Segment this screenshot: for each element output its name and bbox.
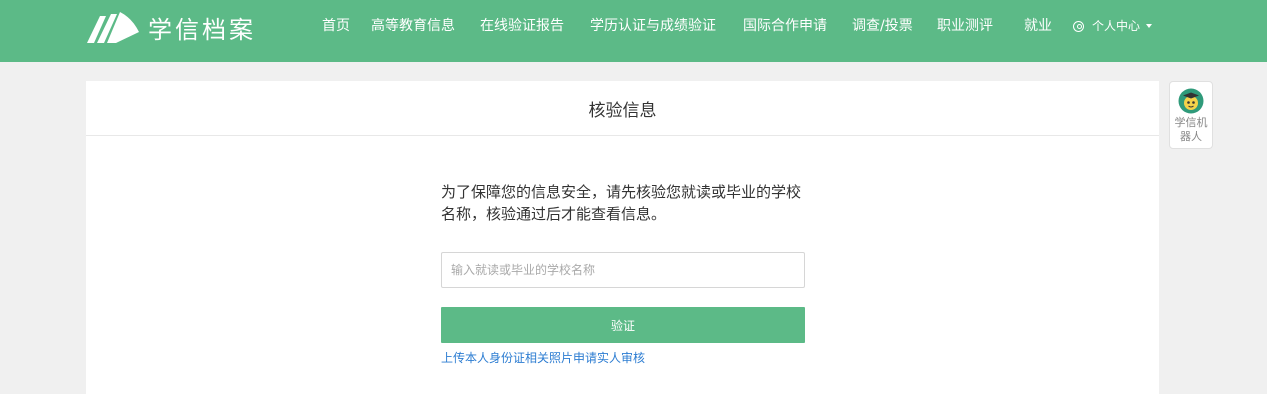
nav-item-degree-certification[interactable]: 学历认证与成绩验证 — [590, 17, 716, 35]
logo-icon — [87, 12, 139, 43]
nav-item-home[interactable]: 首页 — [322, 17, 350, 35]
nav-item-survey[interactable]: 调查/投票 — [852, 17, 913, 35]
top-navbar: 学信档案 首页 高等教育信息 在线验证报告 学历认证与成绩验证 国际合作申请 调… — [0, 0, 1267, 62]
robot-avatar-icon — [1178, 88, 1204, 114]
chevron-down-icon — [1146, 24, 1153, 28]
logo-text: 学信档案 — [148, 15, 256, 44]
nav-item-international[interactable]: 国际合作申请 — [743, 17, 827, 35]
logo[interactable]: 学信档案 — [86, 8, 256, 46]
intro-text: 为了保障您的信息安全，请先核验您就读或毕业的学校名称，核验通过后才能查看信息。 — [441, 183, 802, 223]
robot-label: 学信机器人 — [1174, 116, 1208, 143]
verification-card: 核验信息 为了保障您的信息安全，请先核验您就读或毕业的学校名称，核验通过后才能查… — [86, 81, 1159, 394]
nav-item-higher-education[interactable]: 高等教育信息 — [371, 17, 455, 35]
upload-id-photo-link[interactable]: 上传本人身份证相关照片申请实人审核 — [441, 350, 645, 366]
nav-item-online-verification[interactable]: 在线验证报告 — [480, 17, 564, 35]
robot-assistant[interactable]: 学信机器人 — [1169, 81, 1213, 149]
verify-button[interactable]: 验证 — [441, 307, 805, 343]
user-center-label: 个人中心 — [1092, 19, 1141, 33]
user-center-menu[interactable]: 个人中心 — [1073, 17, 1153, 35]
nav-item-career-test[interactable]: 职业测评 — [937, 17, 993, 35]
nav-item-employment[interactable]: 就业 — [1024, 17, 1052, 35]
user-icon — [1073, 20, 1084, 32]
card-title: 核验信息 — [86, 81, 1159, 136]
school-name-input[interactable] — [441, 252, 805, 288]
